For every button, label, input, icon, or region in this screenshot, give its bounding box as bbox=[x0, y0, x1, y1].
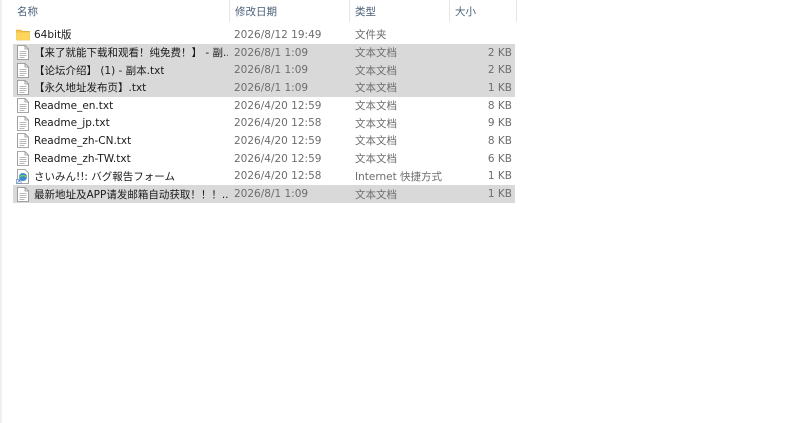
internet-shortcut-icon bbox=[16, 168, 30, 184]
file-size bbox=[453, 26, 512, 44]
sort-indicator-icon: ^ bbox=[128, 0, 136, 4]
file-name: 【永久地址发布页】.txt bbox=[34, 82, 147, 95]
file-name-cell: Readme_zh-CN.txt bbox=[16, 132, 228, 150]
file-size: 8 KB bbox=[487, 99, 512, 112]
file-type: 文本文档 bbox=[355, 188, 397, 201]
file-date: 2026/4/20 12:59 bbox=[234, 99, 322, 112]
file-name-cell: 【论坛介绍】 (1) - 副本.txt bbox=[16, 61, 228, 79]
file-row[interactable]: さいみん!!: バグ報告フォーム 2026/4/20 12:58 Internet … bbox=[13, 168, 515, 186]
file-size: 2 KB bbox=[487, 64, 512, 77]
file-type: 文件夹 bbox=[355, 29, 387, 42]
file-size: 8 KB bbox=[487, 134, 512, 147]
column-header-date[interactable]: 修改日期 bbox=[229, 0, 349, 22]
file-date: 2026/8/12 19:49 bbox=[234, 28, 322, 41]
file-type: 文本文档 bbox=[355, 100, 397, 113]
file-row[interactable]: Readme_jp.txt 2026/4/20 12:58 文本文档 9 KB bbox=[13, 114, 515, 132]
file-list: 64bit版 2026/8/12 19:49 文件夹 【来了就能下载和观看！纯免费！】… bbox=[13, 26, 515, 203]
folder-icon bbox=[16, 27, 30, 42]
text-file-icon bbox=[16, 62, 30, 78]
file-row[interactable]: 最新地址及APP请发邮箱自动获取！！！... 2026/8/1 1:09 文本文档 1… bbox=[13, 185, 515, 203]
text-file-icon bbox=[16, 45, 30, 60]
file-date: 2026/8/1 1:09 bbox=[234, 188, 309, 201]
file-date: 2026/4/20 12:58 bbox=[234, 117, 322, 130]
column-header-size[interactable]: 大小 bbox=[449, 0, 517, 22]
file-row[interactable]: 【论坛介绍】 (1) - 副本.txt 2026/8/1 1:09 文本文档 2 KB bbox=[13, 61, 515, 80]
file-name: Readme_zh-TW.txt bbox=[34, 152, 131, 165]
file-date: 2026/8/1 1:09 bbox=[234, 46, 309, 59]
file-name-cell: 【永久地址发布页】.txt bbox=[16, 79, 228, 97]
text-file-icon bbox=[16, 115, 30, 131]
file-name-cell: 64bit版 bbox=[16, 26, 228, 44]
file-name-cell: Readme_zh-TW.txt bbox=[16, 150, 228, 168]
file-date: 2026/4/20 12:59 bbox=[234, 134, 322, 147]
file-explorer: 名称 ^ 修改日期 类型 大小 64bit版 2026/8/12 19:49 文件夹… bbox=[0, 0, 800, 423]
file-name: Readme_zh-CN.txt bbox=[34, 134, 132, 147]
column-header-type-label: 类型 bbox=[355, 5, 376, 18]
column-header-bar: 名称 ^ 修改日期 类型 大小 bbox=[0, 0, 517, 22]
file-name: 【论坛介绍】 (1) - 副本.txt bbox=[34, 64, 165, 77]
file-type: Internet 快捷方式 bbox=[355, 170, 443, 183]
text-file-icon bbox=[16, 133, 30, 149]
file-date: 2026/4/20 12:58 bbox=[234, 170, 322, 183]
left-border bbox=[0, 0, 2, 423]
file-name: 最新地址及APP请发邮箱自动获取！！！... bbox=[34, 188, 228, 201]
file-name-cell: 最新地址及APP请发邮箱自动获取！！！... bbox=[16, 185, 228, 203]
text-file-icon bbox=[16, 98, 30, 113]
file-name: 【来了就能下载和观看！纯免费！】 - 副... bbox=[34, 47, 228, 60]
file-size: 1 KB bbox=[487, 170, 512, 183]
file-row[interactable]: Readme_zh-TW.txt 2026/4/20 12:59 文本文档 6 KB bbox=[13, 150, 515, 168]
file-name: 64bit版 bbox=[34, 29, 72, 42]
text-file-icon bbox=[16, 80, 30, 96]
column-header-name-label: 名称 bbox=[17, 5, 38, 18]
file-date: 2026/8/1 1:09 bbox=[234, 81, 309, 94]
file-date: 2026/8/1 1:09 bbox=[234, 64, 309, 77]
file-name-cell: 【来了就能下载和观看！纯免费！】 - 副... bbox=[16, 44, 228, 62]
file-size: 1 KB bbox=[487, 81, 512, 94]
column-header-name[interactable]: 名称 ^ bbox=[12, 0, 229, 22]
column-header-date-label: 修改日期 bbox=[235, 5, 277, 18]
file-name-cell: Readme_jp.txt bbox=[16, 114, 228, 132]
file-size: 6 KB bbox=[487, 152, 512, 165]
file-row[interactable]: 【永久地址发布页】.txt 2026/8/1 1:09 文本文档 1 KB bbox=[13, 79, 515, 97]
file-name: さいみん!!: バグ報告フォーム bbox=[34, 170, 175, 183]
file-name: Readme_en.txt bbox=[34, 99, 114, 112]
file-size: 2 KB bbox=[487, 46, 512, 59]
file-size: 9 KB bbox=[487, 117, 512, 130]
file-row[interactable]: Readme_en.txt 2026/4/20 12:59 文本文档 8 KB bbox=[13, 97, 515, 115]
file-type: 文本文档 bbox=[355, 47, 397, 60]
file-type: 文本文档 bbox=[355, 64, 397, 77]
file-row[interactable]: Readme_zh-CN.txt 2026/4/20 12:59 文本文档 8 KB bbox=[13, 132, 515, 150]
file-type: 文本文档 bbox=[355, 135, 397, 148]
file-name-cell: Readme_en.txt bbox=[16, 97, 228, 115]
file-type: 文本文档 bbox=[355, 153, 397, 166]
file-type: 文本文档 bbox=[355, 117, 397, 130]
text-file-icon bbox=[16, 186, 30, 202]
file-row[interactable]: 64bit版 2026/8/12 19:49 文件夹 bbox=[13, 26, 515, 44]
file-name: Readme_jp.txt bbox=[34, 117, 110, 130]
file-date: 2026/4/20 12:59 bbox=[234, 152, 322, 165]
column-header-type[interactable]: 类型 bbox=[349, 0, 449, 22]
text-file-icon bbox=[16, 151, 30, 167]
file-name-cell: さいみん!!: バグ報告フォーム bbox=[16, 168, 228, 186]
file-size: 1 KB bbox=[487, 188, 512, 201]
column-header-size-label: 大小 bbox=[455, 5, 476, 18]
file-type: 文本文档 bbox=[355, 82, 397, 95]
file-row[interactable]: 【来了就能下载和观看！纯免费！】 - 副... 2026/8/1 1:09 文本文档… bbox=[13, 43, 515, 62]
